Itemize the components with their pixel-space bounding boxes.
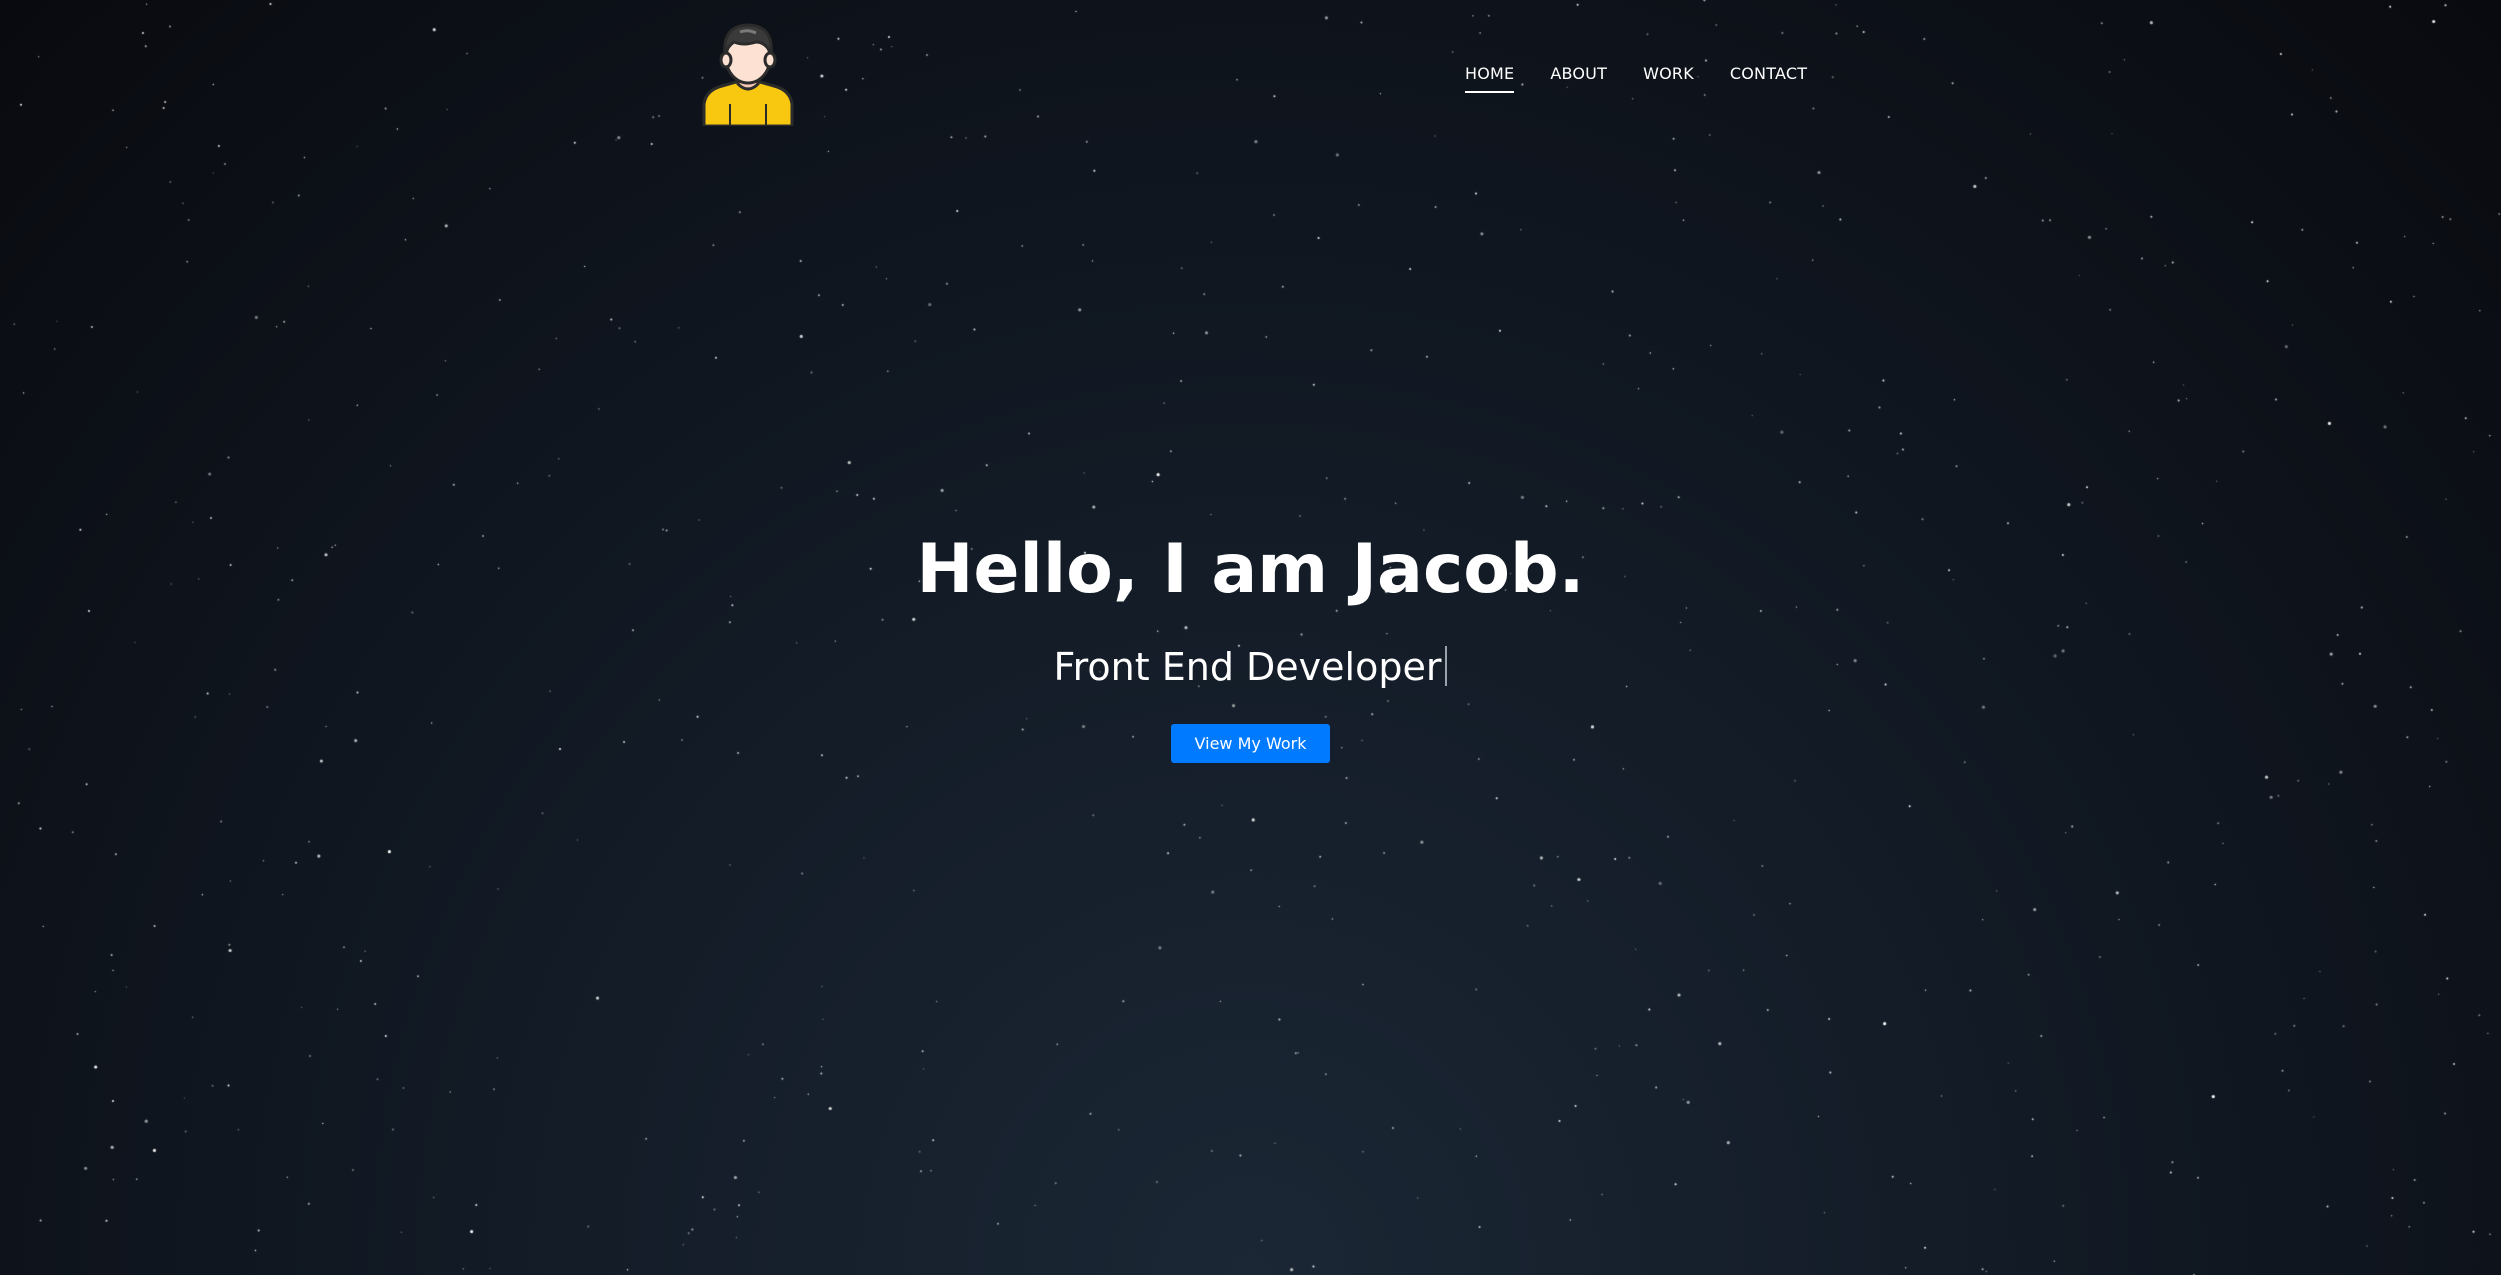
typing-cursor	[1445, 646, 1448, 686]
view-my-work-button[interactable]: View My Work	[1170, 724, 1331, 763]
navbar: HOME ABOUT WORK CONTACT	[0, 0, 2501, 130]
nav-menu: HOME ABOUT WORK CONTACT	[1465, 64, 1807, 93]
nav-link-work[interactable]: WORK	[1643, 64, 1694, 93]
hero-section: Hello, I am Jacob. Front End Developer V…	[0, 520, 2501, 763]
hero-subtitle-wrap: Front End Developer	[1054, 642, 1448, 692]
avatar-icon	[702, 23, 794, 128]
nav-link-home[interactable]: HOME	[1465, 64, 1515, 93]
hero-subtitle: Front End Developer	[1053, 645, 1442, 689]
hero-title: Hello, I am Jacob.	[916, 530, 1585, 609]
nav-link-about[interactable]: ABOUT	[1550, 64, 1607, 93]
avatar-logo[interactable]	[700, 20, 796, 128]
nav-link-contact[interactable]: CONTACT	[1730, 64, 1807, 93]
